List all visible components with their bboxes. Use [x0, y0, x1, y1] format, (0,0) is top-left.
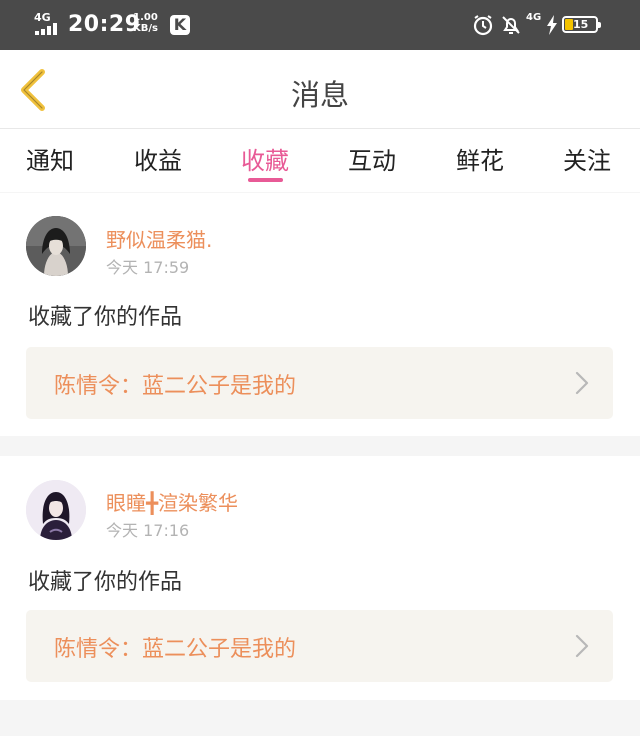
signal-icon: [35, 23, 61, 35]
action-text: 收藏了你的作品: [28, 570, 183, 595]
tab-bar: 通知 收益 收藏 互动 鲜花 关注: [0, 129, 640, 192]
header: 消息: [0, 50, 640, 129]
avatar-image: [26, 216, 86, 276]
work-title: 陈情令：蓝二公子是我的: [54, 637, 297, 662]
clock: 20:29: [68, 12, 141, 37]
charging-icon: [547, 15, 557, 35]
username[interactable]: 野似温柔猫.: [106, 224, 212, 253]
chevron-right-icon: [575, 634, 589, 658]
tab-flowers[interactable]: 鲜花: [456, 141, 504, 176]
status-bar: 4G 20:29 1.00 KB/s K 4G 15: [0, 0, 640, 50]
username[interactable]: 眼瞳╋渲染繁华: [106, 487, 238, 516]
timestamp: 今天 17:16: [106, 521, 190, 540]
app-k-icon: K: [170, 15, 190, 35]
battery-level: 15: [573, 18, 589, 31]
list-item: 眼瞳╋渲染繁华 今天 17:16 收藏了你的作品 陈情令：蓝二公子是我的: [0, 456, 640, 700]
net-speed-value: 1.00: [133, 12, 158, 23]
tab-notifications[interactable]: 通知: [26, 141, 74, 176]
tab-earnings[interactable]: 收益: [134, 141, 182, 176]
net-speed: 1.00 KB/s: [133, 12, 158, 34]
chevron-right-icon: [575, 371, 589, 395]
list-item: 野似温柔猫. 今天 17:59 收藏了你的作品 陈情令：蓝二公子是我的: [0, 193, 640, 436]
alarm-icon: [473, 15, 493, 36]
tab-following[interactable]: 关注: [563, 141, 611, 176]
avatar[interactable]: [26, 216, 86, 276]
avatar[interactable]: [26, 480, 86, 540]
active-tab-indicator: [248, 178, 283, 182]
work-link[interactable]: 陈情令：蓝二公子是我的: [26, 347, 613, 419]
timestamp: 今天 17:59: [106, 258, 190, 277]
network-type-2: 4G: [526, 12, 542, 23]
page-title: 消息: [290, 78, 349, 112]
avatar-image: [26, 480, 86, 540]
action-text: 收藏了你的作品: [28, 305, 183, 330]
work-link[interactable]: 陈情令：蓝二公子是我的: [26, 610, 613, 682]
mute-bell-icon: [502, 16, 520, 34]
work-title: 陈情令：蓝二公子是我的: [54, 374, 297, 399]
battery-icon: 15: [562, 16, 601, 33]
tab-interactions[interactable]: 互动: [348, 141, 396, 176]
tab-favorites[interactable]: 收藏: [241, 141, 289, 176]
net-speed-unit: KB/s: [133, 23, 158, 34]
